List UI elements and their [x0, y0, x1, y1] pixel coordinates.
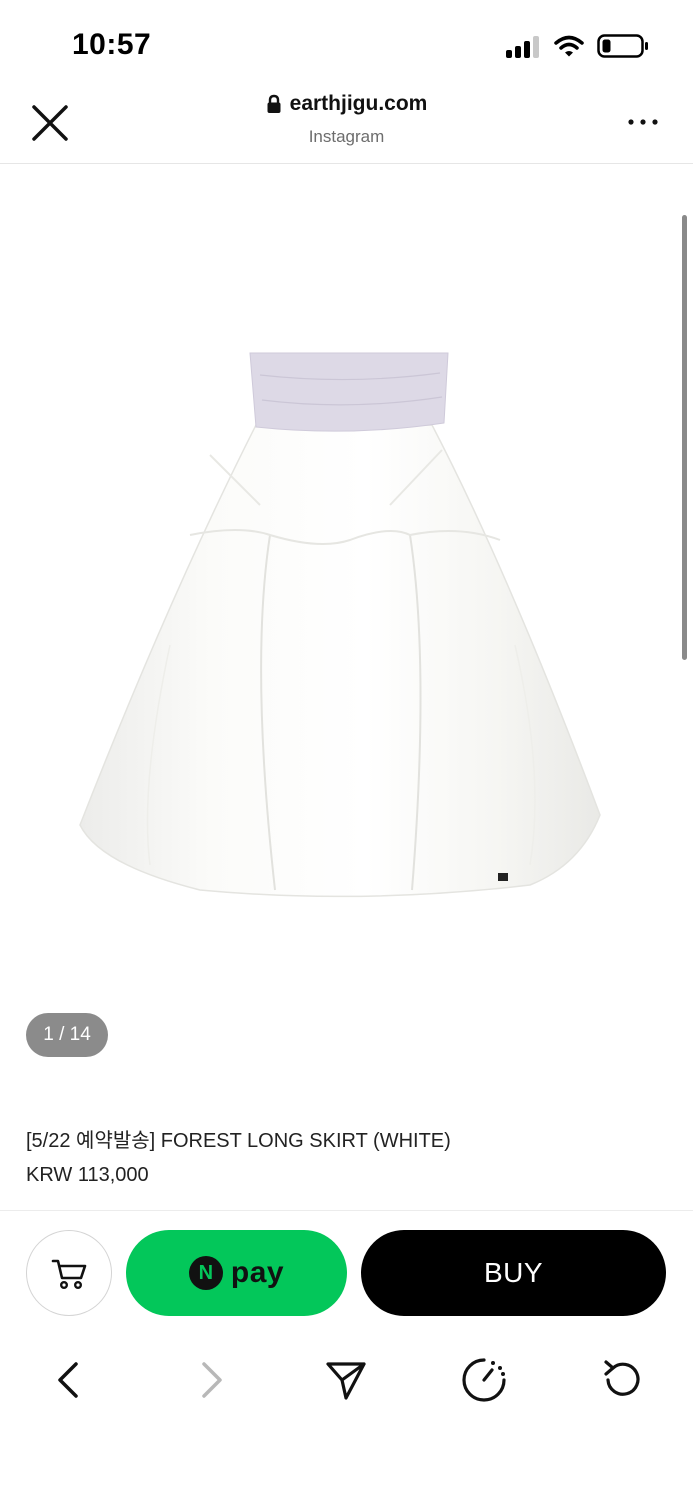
product-image[interactable]: [60, 345, 640, 905]
cellular-signal-icon: [506, 36, 542, 58]
back-icon[interactable]: [46, 1356, 94, 1404]
buy-button[interactable]: BUY: [361, 1230, 666, 1316]
scrollbar[interactable]: [682, 215, 687, 660]
share-icon[interactable]: [322, 1356, 370, 1404]
product-price: KRW 113,000: [26, 1164, 149, 1186]
home-indicator: [236, 1478, 456, 1484]
battery-icon: [597, 34, 648, 58]
status-time: 10:57: [72, 28, 152, 61]
cart-icon: [51, 1259, 87, 1290]
site-source: Instagram: [308, 127, 385, 146]
forward-icon[interactable]: [186, 1356, 234, 1404]
more-icon[interactable]: [621, 110, 665, 134]
image-counter-badge: 1 / 14: [26, 1013, 108, 1057]
lock-icon: [267, 94, 281, 113]
status-bar: 10:57: [0, 0, 693, 80]
wifi-icon: [554, 35, 584, 57]
purchase-bar: N pay BUY: [0, 1210, 693, 1336]
product-title: [5/22 예약발송] FOREST LONG SKIRT (WHITE): [26, 1130, 451, 1152]
npay-button[interactable]: N pay: [126, 1230, 347, 1316]
site-info: earthjigu.com Instagram: [0, 92, 693, 147]
browser-header: earthjigu.com Instagram: [0, 80, 693, 164]
site-domain: earthjigu.com: [289, 92, 428, 115]
reload-icon[interactable]: [598, 1356, 646, 1404]
bottom-nav: [0, 1340, 693, 1420]
page: 10:57 earthjigu.com Instagram 1 / 14 [5/…: [0, 0, 693, 1500]
cart-button[interactable]: [26, 1230, 112, 1316]
product-image-area[interactable]: [0, 165, 693, 1065]
speed-icon[interactable]: [460, 1356, 508, 1404]
naver-pay-icon: N: [188, 1256, 223, 1290]
npay-label: pay: [230, 1256, 285, 1289]
